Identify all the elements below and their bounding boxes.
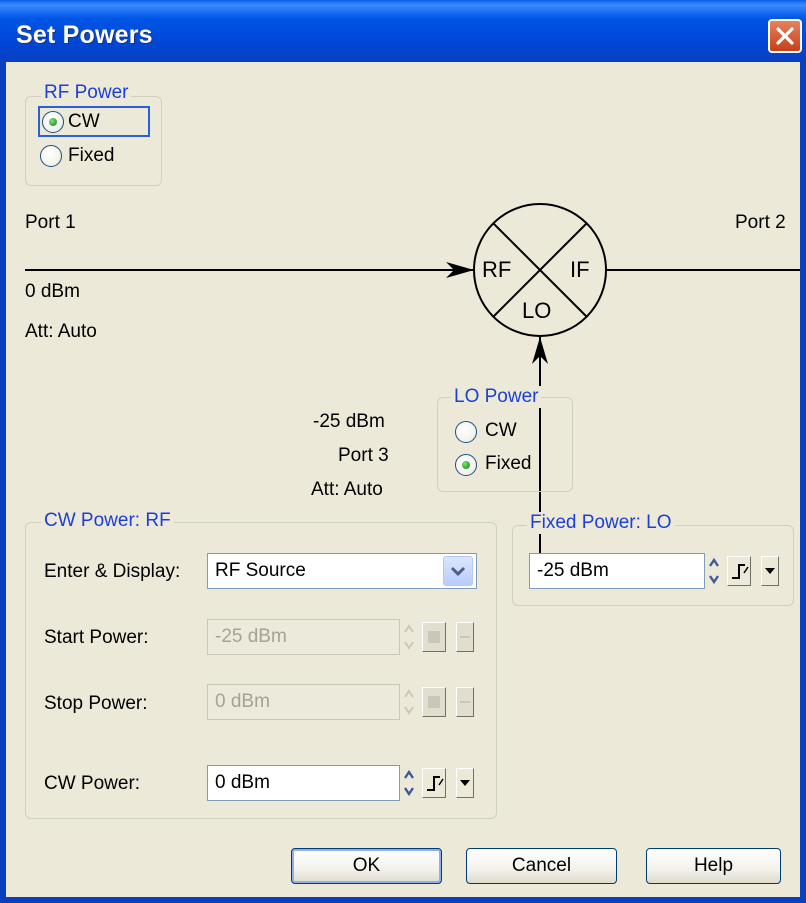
start-power-value: -25 dBm [215, 626, 287, 647]
chevron-down-icon [450, 566, 466, 577]
ok-button[interactable]: OK [291, 848, 442, 884]
fixed-power-lo-menu-button[interactable] [761, 556, 779, 586]
mixer-rf-label: RF [482, 257, 512, 282]
stop-power-spinner [404, 689, 414, 715]
cw-power-spinner[interactable] [402, 765, 416, 801]
port3-power-readout: -25 dBm [313, 411, 385, 432]
cw-power-menu-button[interactable] [456, 768, 474, 798]
port3-label: Port 3 [338, 445, 389, 466]
start-power-spinner [404, 624, 414, 650]
start-power-step-button [422, 622, 446, 652]
start-power-label: Start Power: [44, 627, 149, 648]
mixer-lo-label: LO [522, 298, 552, 323]
dash-icon [460, 636, 470, 638]
step-icon [427, 776, 444, 791]
fixed-power-lo-step-button[interactable] [727, 556, 751, 586]
lo-power-cw-option[interactable]: CW [455, 419, 535, 445]
cw-power-input[interactable]: 0 dBm [207, 765, 400, 801]
cw-power-rf-legend: CW Power: RF [41, 510, 174, 532]
start-power-input: -25 dBm [207, 619, 400, 655]
stop-power-label: Stop Power: [44, 693, 148, 714]
lo-fixed-radio[interactable] [455, 454, 477, 476]
enter-display-value: RF Source [215, 560, 306, 581]
dash-icon [460, 701, 470, 703]
fixed-power-lo-input[interactable]: -25 dBm [529, 553, 705, 589]
stop-power-input: 0 dBm [207, 684, 400, 720]
start-power-menu-button [456, 622, 474, 652]
mixer-if-label: IF [570, 257, 590, 282]
set-powers-dialog: Set Powers RF Power CW Fixed Port 1 Port… [0, 0, 806, 903]
caret-down-icon [765, 568, 775, 574]
step-icon [428, 696, 440, 708]
port3-attenuation: Att: Auto [311, 479, 383, 500]
stop-power-step-button [422, 687, 446, 717]
fixed-power-lo-spinner[interactable] [707, 553, 721, 589]
fixed-power-lo-legend: Fixed Power: LO [527, 512, 675, 534]
stop-power-menu-button [456, 687, 474, 717]
cancel-button[interactable]: Cancel [466, 848, 617, 884]
fixed-power-lo-value: -25 dBm [537, 560, 609, 581]
cw-power-value: 0 dBm [215, 772, 270, 793]
enter-display-select[interactable]: RF Source [207, 553, 477, 589]
lo-fixed-label: Fixed [485, 453, 532, 474]
caret-down-icon [460, 780, 470, 786]
step-icon [428, 631, 440, 643]
enter-display-label: Enter & Display: [44, 561, 181, 582]
lo-cw-label: CW [485, 420, 517, 441]
cw-power-label: CW Power: [44, 773, 141, 794]
help-button[interactable]: Help [646, 848, 781, 884]
cw-power-step-button[interactable] [422, 768, 446, 798]
enter-display-dropdown-button[interactable] [443, 556, 473, 586]
stop-power-value: 0 dBm [215, 691, 270, 712]
lo-power-legend: LO Power [451, 386, 542, 408]
lo-cw-radio[interactable] [455, 421, 477, 443]
step-icon [732, 564, 749, 579]
lo-power-fixed-option[interactable]: Fixed [455, 452, 545, 478]
